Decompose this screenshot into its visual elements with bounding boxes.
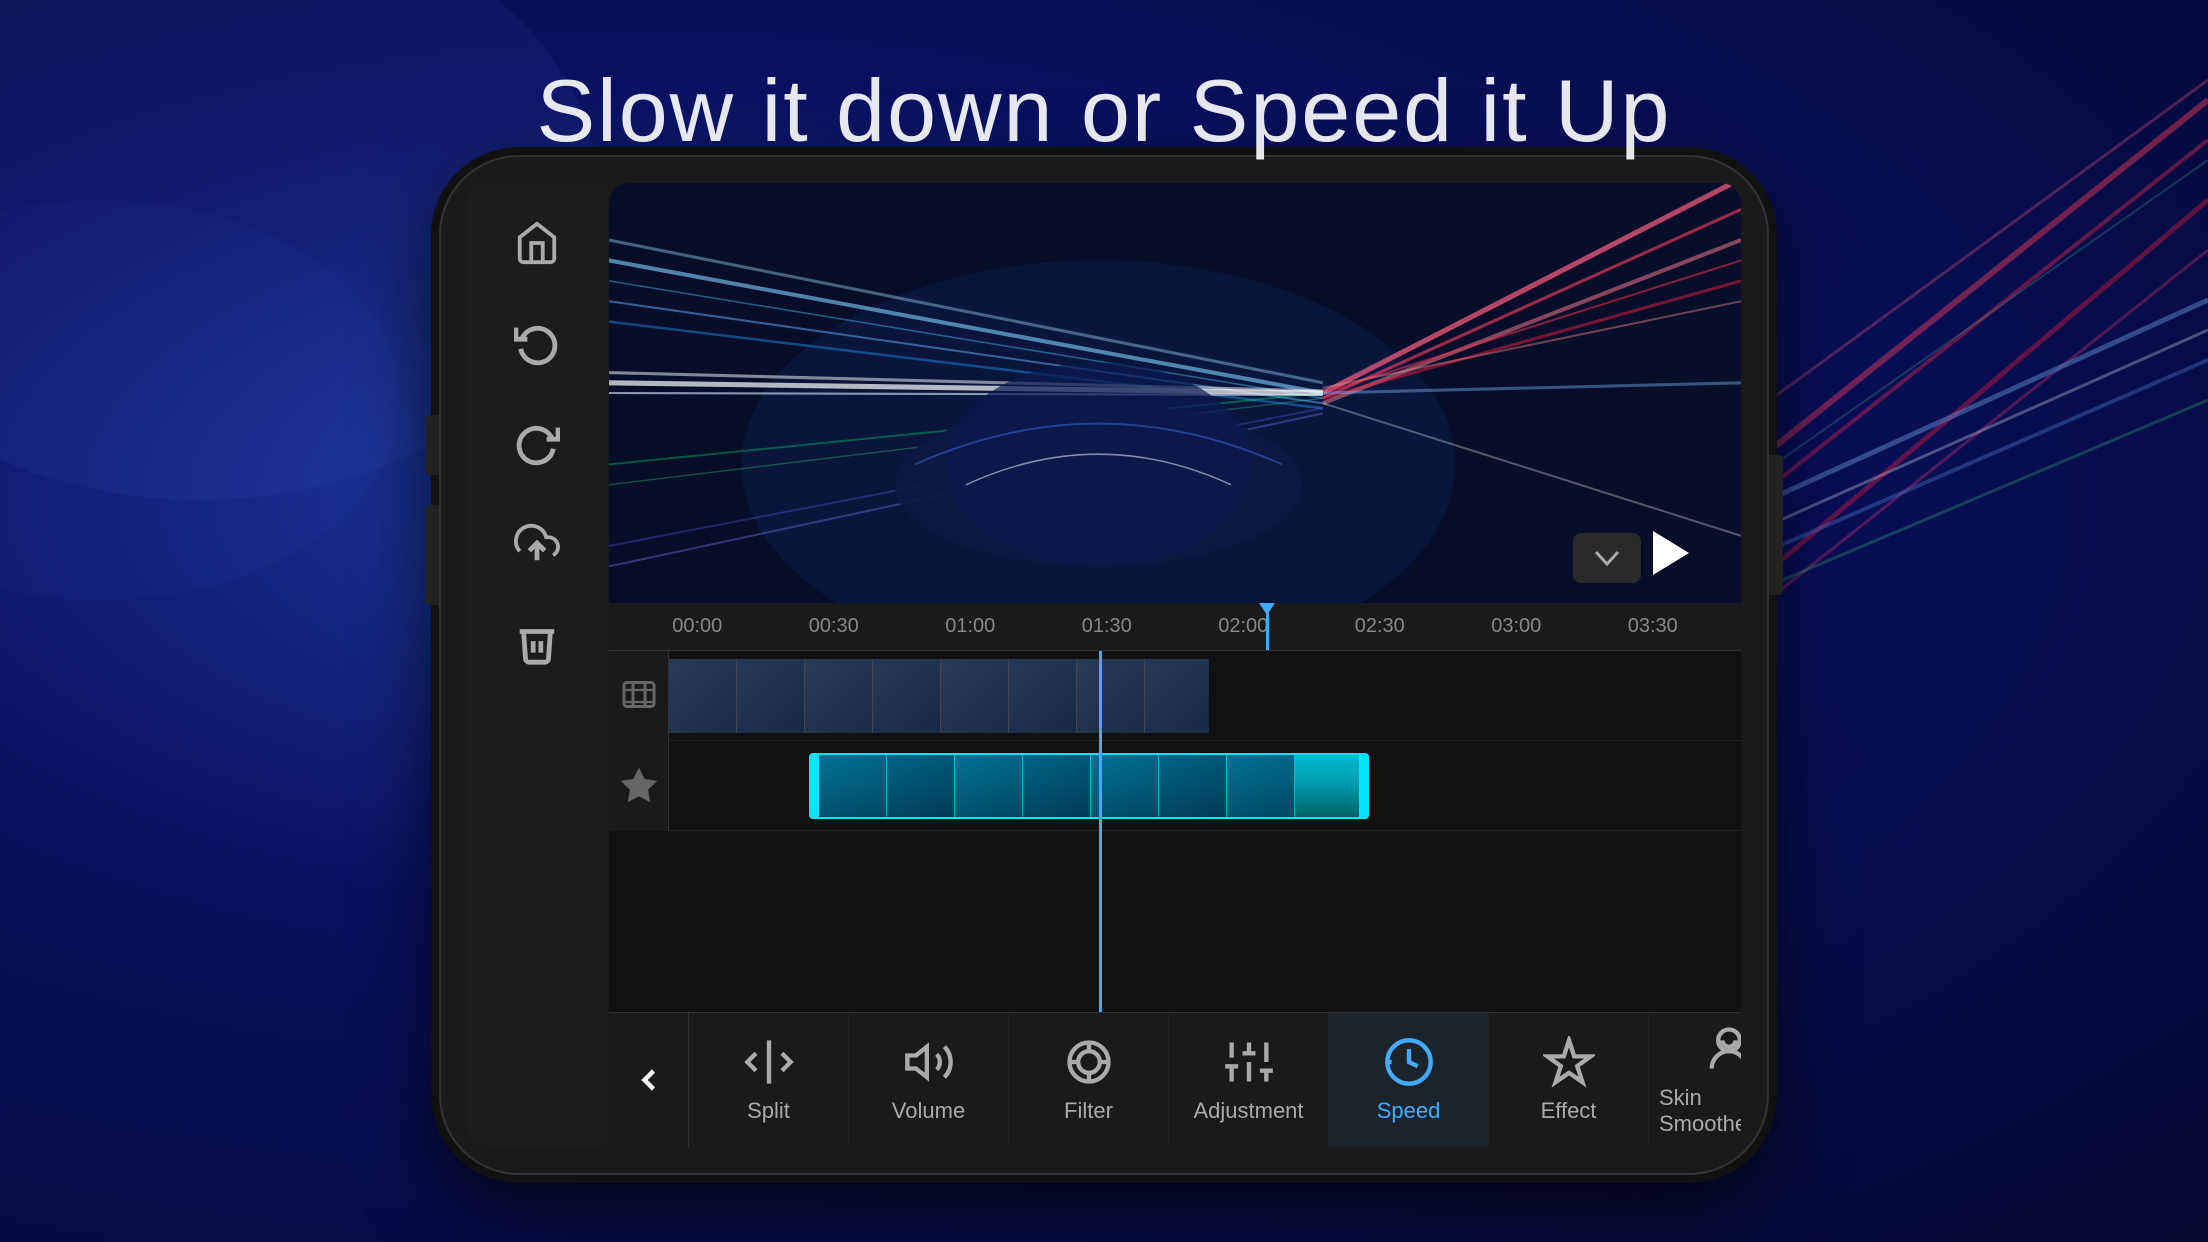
sidebar-redo-icon[interactable]: [507, 413, 567, 473]
toolbar-item-volume[interactable]: Volume: [849, 1013, 1009, 1147]
phone-container: 00:00 00:30 01:00 01:30 02:00 02:30 03:0…: [439, 155, 1769, 1175]
thumb-3: [805, 659, 873, 733]
play-button[interactable]: [1631, 523, 1711, 583]
toolbar-items: Split Volume Filter Adj: [689, 1013, 1741, 1147]
video-preview: [609, 183, 1741, 603]
secondary-track-icon: [609, 741, 669, 831]
ruler-mark-2: 01:00: [902, 615, 1039, 638]
strip-left-handle[interactable]: [811, 755, 819, 817]
playhead-head: [1259, 603, 1275, 615]
primary-track-icon: [609, 651, 669, 741]
thumb-5: [941, 659, 1009, 733]
strip-right-handle[interactable]: [1359, 755, 1367, 817]
thumb-4: [873, 659, 941, 733]
secondary-track-content[interactable]: [669, 741, 1741, 830]
phone-button-power[interactable]: [1769, 455, 1783, 595]
phone-frame: 00:00 00:30 01:00 01:30 02:00 02:30 03:0…: [439, 155, 1769, 1175]
playhead: [1266, 603, 1269, 650]
timeline-tracks: [609, 651, 1741, 1012]
sidebar-home-icon[interactable]: [507, 213, 567, 273]
sidebar-export-icon[interactable]: [507, 513, 567, 573]
phone-button-volume-up[interactable]: [425, 415, 439, 475]
secondary-strip[interactable]: [809, 753, 1369, 819]
toolbar-item-adjustment[interactable]: Adjustment: [1169, 1013, 1329, 1147]
timeline-ruler: 00:00 00:30 01:00 01:30 02:00 02:30 03:0…: [609, 603, 1741, 651]
toolbar-item-skin[interactable]: Skin Smoothener: [1649, 1013, 1741, 1147]
secondary-thumb-6: [1159, 755, 1227, 819]
ruler-mark-7: 03:30: [1585, 615, 1722, 638]
secondary-thumb-7: [1227, 755, 1295, 819]
left-sidebar: [467, 183, 607, 1147]
secondary-track-row[interactable]: [609, 741, 1741, 831]
phone-button-volume-down[interactable]: [425, 505, 439, 605]
toolbar-item-speed[interactable]: Speed: [1329, 1013, 1489, 1147]
toolbar-item-filter[interactable]: Filter: [1009, 1013, 1169, 1147]
ruler-mark-3: 01:30: [1039, 615, 1176, 638]
ruler-mark-5: 02:30: [1312, 615, 1449, 638]
toolbar-item-effect[interactable]: Effect: [1489, 1013, 1649, 1147]
thumb-2: [737, 659, 805, 733]
ruler-mark-0: 00:00: [629, 615, 766, 638]
phone-screen: 00:00 00:30 01:00 01:30 02:00 02:30 03:0…: [609, 183, 1741, 1147]
primary-track-content[interactable]: [669, 651, 1741, 740]
secondary-thumb-3: [955, 755, 1023, 819]
ruler-mark-4: 02:00: [1175, 615, 1312, 638]
thumb-7: [1077, 659, 1145, 733]
sidebar-undo-icon[interactable]: [507, 313, 567, 373]
video-strip-primary[interactable]: [669, 659, 1209, 733]
thumb-6: [1009, 659, 1077, 733]
thumb-1: [669, 659, 737, 733]
secondary-thumb-4: [1023, 755, 1091, 819]
thumb-8: [1145, 659, 1209, 733]
secondary-thumb-2: [887, 755, 955, 819]
sidebar-delete-icon[interactable]: [507, 613, 567, 673]
primary-track-row[interactable]: [609, 651, 1741, 741]
ruler-mark-6: 03:00: [1448, 615, 1585, 638]
bottom-toolbar: Split Volume Filter Adj: [609, 1012, 1741, 1147]
ruler-mark-1: 00:30: [766, 615, 903, 638]
video-content: [609, 183, 1741, 603]
secondary-thumb-1: [819, 755, 887, 819]
toolbar-item-split[interactable]: Split: [689, 1013, 849, 1147]
timeline-playhead: [1099, 651, 1102, 1012]
play-icon: [1653, 531, 1689, 575]
ruler-marks: 00:00 00:30 01:00 01:30 02:00 02:30 03:0…: [629, 615, 1721, 638]
page-title: Slow it down or Speed it Up: [0, 60, 2208, 162]
toolbar-back-button[interactable]: [609, 1013, 689, 1147]
